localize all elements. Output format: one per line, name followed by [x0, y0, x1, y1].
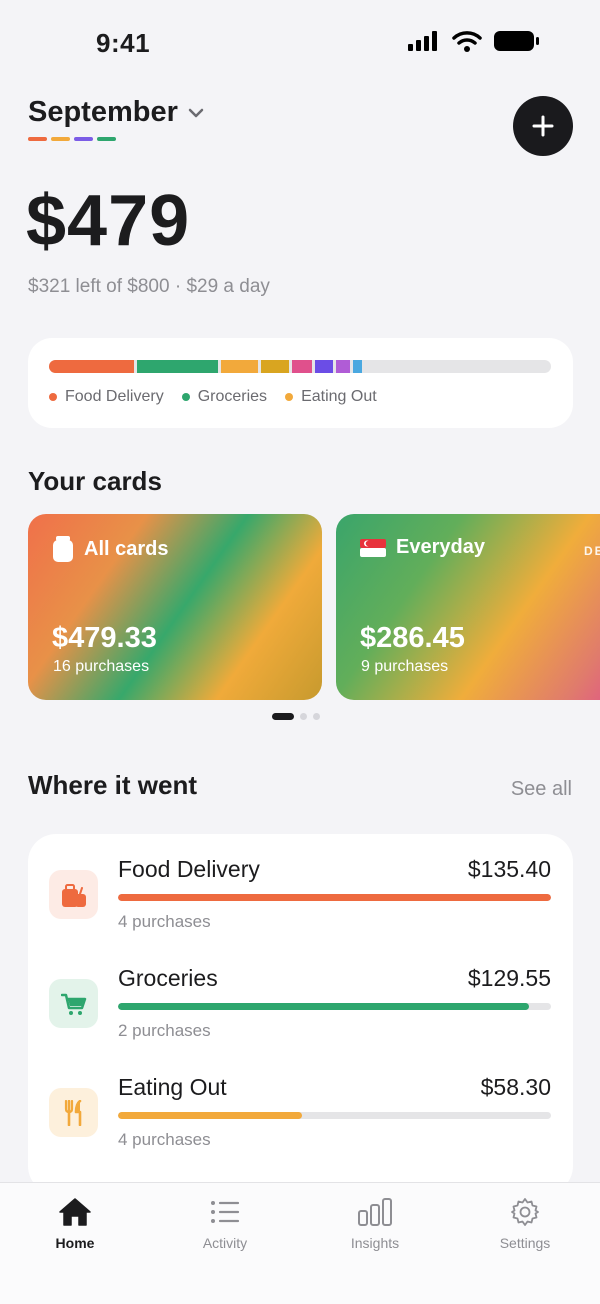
spending-segment [315, 360, 333, 373]
category-purchases: 4 purchases [118, 1130, 211, 1149]
card-all-cards[interactable]: All cards $479.33 16 purchases [28, 514, 322, 700]
spending-segment [336, 360, 350, 373]
card-name: All cards [84, 537, 169, 560]
underline-dash [51, 137, 70, 141]
category-list: Food Delivery $135.40 4 purchases Grocer… [28, 834, 573, 1194]
status-icons [408, 30, 540, 52]
category-icon-container [49, 979, 98, 1028]
category-amount: $129.55 [467, 965, 551, 991]
tab-insights[interactable]: Insights [320, 1197, 430, 1251]
legend-dot [181, 393, 190, 401]
shopping-cart-icon [60, 993, 86, 1015]
cellular-signal-icon [408, 31, 437, 51]
category-name: Food Delivery [118, 856, 260, 882]
tab-label: Settings [499, 1235, 551, 1251]
card-amount: $479.33 [52, 622, 157, 654]
page-dot[interactable] [300, 713, 307, 720]
category-row-eating-out[interactable]: Eating Out $58.30 4 purchases [49, 1074, 551, 1154]
bar-chart-icon [358, 1198, 392, 1226]
legend-item: Eating Out [285, 388, 377, 406]
card-header: Everyday [360, 536, 600, 559]
category-amount: $135.40 [467, 856, 551, 882]
carousel-page-indicator[interactable] [272, 713, 320, 720]
tab-bar: Home Activity Insights Settings [0, 1182, 600, 1304]
page-dot[interactable] [313, 713, 320, 720]
battery-icon [494, 31, 539, 51]
page-dot-active[interactable] [272, 713, 294, 720]
cards-section-title: Your cards [28, 466, 162, 496]
category-progress-bar [118, 1003, 551, 1010]
category-purchases: 4 purchases [118, 912, 211, 931]
category-name: Eating Out [118, 1074, 227, 1100]
header: September [28, 96, 573, 156]
add-expense-button[interactable] [513, 96, 573, 156]
legend-item: Groceries [181, 388, 268, 406]
card-purchases: 9 purchases [361, 658, 449, 675]
category-progress-fill [118, 1112, 303, 1119]
legend-label: Groceries [197, 388, 268, 405]
category-amount: $58.30 [480, 1074, 551, 1100]
gear-icon [511, 1198, 539, 1226]
status-bar: 9:41 [0, 0, 600, 88]
spending-segment [353, 360, 362, 373]
tab-settings[interactable]: Settings [470, 1197, 580, 1251]
breakdown-legend: Food Delivery Groceries Eating Out [49, 388, 551, 406]
cards-carousel[interactable]: All cards $479.33 16 purchases Everyday … [28, 514, 600, 700]
plus-icon [532, 115, 554, 137]
tab-activity[interactable]: Activity [170, 1197, 280, 1251]
category-icon-container [49, 1088, 98, 1137]
fork-knife-icon [64, 1099, 81, 1126]
category-name: Groceries [118, 965, 218, 991]
see-all-link[interactable]: See all [511, 778, 572, 801]
card-name: Everyday [396, 536, 485, 558]
card-type-tag: DEBIT [584, 544, 600, 558]
category-progress-bar [118, 1112, 551, 1119]
category-progress-bar [118, 894, 551, 901]
category-row-groceries[interactable]: Groceries $129.55 2 purchases [49, 965, 551, 1045]
spending-segment [292, 360, 312, 373]
wallet-icon [53, 536, 73, 562]
tab-label: Insights [350, 1235, 400, 1251]
list-icon [211, 1201, 240, 1223]
tab-label: Home [55, 1235, 95, 1251]
legend-item: Food Delivery [49, 388, 164, 406]
spending-segment [137, 360, 218, 373]
underline-dash [97, 137, 116, 141]
category-icon-container [49, 870, 98, 919]
spending-segment [221, 360, 258, 373]
category-row-food-delivery[interactable]: Food Delivery $135.40 4 purchases [49, 856, 551, 936]
month-underline [28, 137, 573, 141]
category-progress-fill [118, 894, 551, 901]
card-everyday[interactable]: Everyday DEBIT $286.45 9 purchases [336, 514, 600, 700]
wifi-icon [452, 31, 482, 52]
singapore-flag-icon [360, 538, 386, 557]
spending-breakdown-card[interactable]: Food Delivery Groceries Eating Out [28, 338, 573, 428]
underline-dash [28, 137, 47, 141]
tab-label: Activity [202, 1235, 248, 1251]
underline-dash [74, 137, 93, 141]
card-header: All cards [52, 536, 298, 562]
takeout-bag-icon [61, 883, 86, 907]
home-icon [59, 1198, 91, 1226]
category-progress-fill [118, 1003, 530, 1010]
spending-segment [261, 360, 289, 373]
card-amount: $286.45 [360, 622, 465, 654]
legend-label: Food Delivery [65, 388, 164, 405]
legend-dot [285, 393, 294, 401]
chevron-down-icon [188, 108, 204, 117]
spending-segment-bar [49, 360, 551, 373]
spending-segment [49, 360, 134, 373]
budget-summary: $321 left of $800 · $29 a day [28, 276, 270, 297]
card-purchases: 16 purchases [53, 658, 150, 675]
month-selector[interactable]: September [28, 96, 573, 129]
legend-dot [49, 393, 57, 401]
month-title: September [28, 96, 178, 128]
category-purchases: 2 purchases [118, 1021, 211, 1040]
tab-home[interactable]: Home [20, 1197, 130, 1251]
legend-label: Eating Out [301, 388, 377, 405]
categories-section-title: Where it went [28, 770, 198, 800]
status-time: 9:41 [96, 28, 151, 58]
total-spent: $479 [26, 181, 191, 261]
